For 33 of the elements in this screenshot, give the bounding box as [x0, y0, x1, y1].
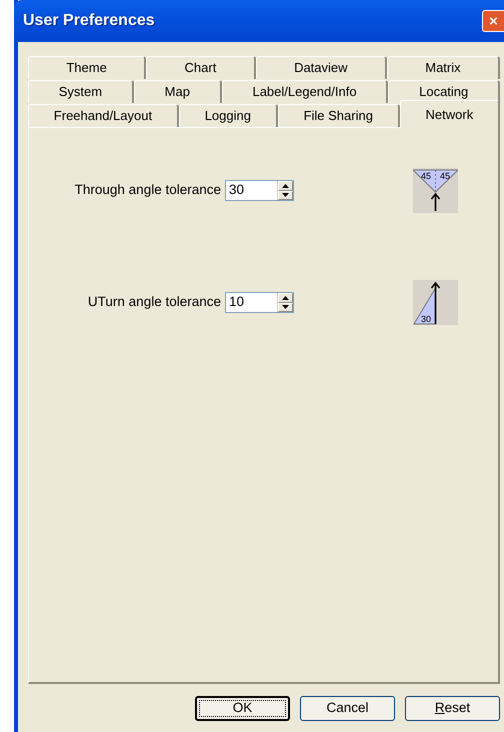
arrow-up-icon: [282, 184, 289, 188]
field-label: UTurn angle tolerance: [86, 293, 222, 312]
dialog-button[interactable]: Cancel: [300, 696, 395, 721]
arrow-down-icon: [282, 305, 289, 310]
tab[interactable]: Matrix: [386, 56, 500, 79]
arrow-down-icon: [282, 193, 289, 198]
tab[interactable]: Label/Legend/Info: [222, 80, 388, 103]
tab[interactable]: Map: [134, 80, 222, 103]
angle-label: 45: [421, 171, 431, 181]
ok-button[interactable]: OK: [195, 696, 290, 721]
tab[interactable]: Logging: [178, 104, 278, 127]
angle-label: 45: [440, 171, 450, 181]
arrow-up-icon: [282, 296, 289, 300]
angle-wedge: [413, 286, 436, 324]
arrow-icon: [430, 282, 440, 325]
tab[interactable]: Freehand/Layout: [28, 104, 179, 127]
tab[interactable]: Network: [400, 100, 500, 128]
spin-up-button[interactable]: [278, 293, 293, 302]
tab[interactable]: System: [28, 80, 134, 103]
tab[interactable]: Chart: [146, 56, 256, 79]
spin-up-button[interactable]: [278, 181, 293, 190]
tab[interactable]: Theme: [28, 56, 146, 79]
tab[interactable]: File Sharing: [278, 104, 400, 127]
spin-box[interactable]: 10: [225, 292, 294, 313]
angle-label: 30: [421, 314, 431, 324]
spin-box[interactable]: 30: [225, 180, 294, 201]
arrow-icon: [430, 192, 440, 212]
angle-wedge: [413, 170, 458, 193]
field-label: Through angle tolerance: [74, 181, 222, 200]
close-button[interactable]: [482, 10, 504, 32]
tab[interactable]: Dataview: [256, 56, 387, 79]
window-title: User Preferences: [23, 11, 155, 31]
dialog-button[interactable]: Reset: [405, 696, 500, 721]
